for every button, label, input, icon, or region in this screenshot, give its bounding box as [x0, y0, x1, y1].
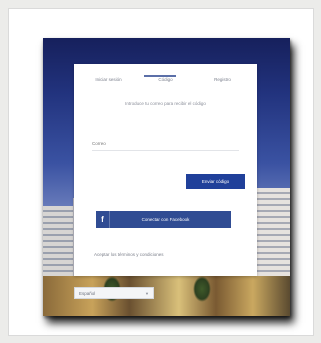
facebook-login-button[interactable]: f Conectar con Facebook [96, 211, 231, 228]
form-instructions: Introduce tu correo para recibir el códi… [125, 101, 206, 106]
login-card: Iniciar sesión Código Registro Introduce… [74, 64, 257, 276]
chevron-down-icon: ▼ [145, 290, 149, 296]
language-select[interactable]: Español ▼ [74, 287, 154, 299]
email-input[interactable] [92, 137, 239, 151]
facebook-login-label: Conectar con Facebook [141, 217, 190, 222]
active-tab-indicator [144, 75, 176, 77]
facebook-icon: f [96, 211, 110, 228]
language-select-value: Español [79, 290, 96, 296]
palm-tree-image [193, 276, 211, 302]
tab-register[interactable]: Registro [198, 71, 248, 82]
send-code-button[interactable]: Enviar código [186, 174, 245, 189]
tab-login[interactable]: Iniciar sesión [84, 71, 134, 82]
terms-link[interactable]: Aceptar los términos y condiciones [94, 252, 244, 257]
